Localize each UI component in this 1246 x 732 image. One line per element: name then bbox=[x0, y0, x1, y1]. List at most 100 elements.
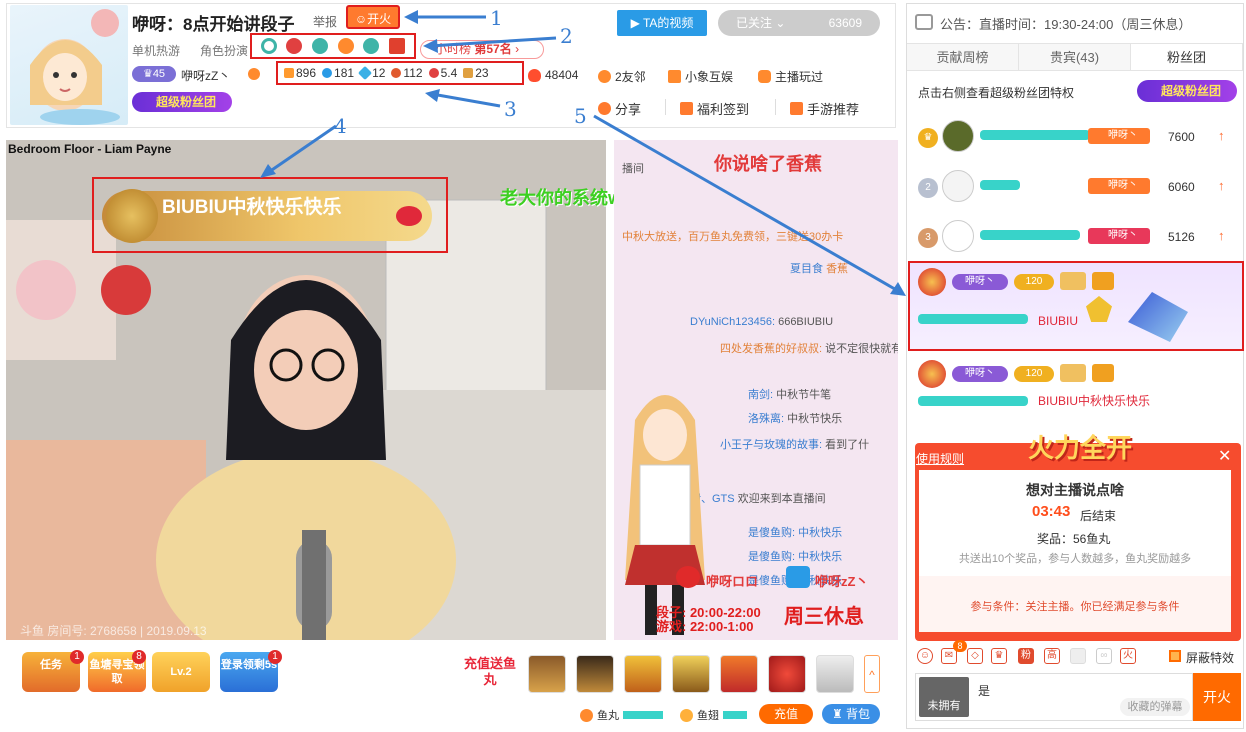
recharge-button[interactable]: 充值 bbox=[759, 704, 813, 724]
annotation-arrows-lower bbox=[260, 114, 906, 296]
announcement: 公告：直播时间：19:30-24:00（周三休息） bbox=[940, 17, 1192, 32]
notice-icon bbox=[915, 14, 933, 30]
gift-7-icon[interactable] bbox=[816, 655, 854, 693]
crown-icon: ♛ bbox=[918, 128, 938, 148]
level-button[interactable]: Lv.2 bbox=[152, 652, 210, 692]
emperor-badge-icon bbox=[918, 360, 946, 388]
gift-5-icon[interactable] bbox=[720, 655, 758, 693]
rank-tabs: 贡献周榜 贵宾(43) 粉丝团 bbox=[907, 43, 1243, 71]
treasure-badge: 8 bbox=[132, 650, 146, 664]
gift-2-icon[interactable] bbox=[576, 655, 614, 693]
task-badge: 1 bbox=[70, 650, 84, 664]
overlay-row: DYuNiCh123456: 666BIUBIU bbox=[690, 316, 834, 328]
gift-1-icon[interactable] bbox=[528, 655, 566, 693]
yuchi-balance: 鱼翅 bbox=[680, 707, 747, 723]
bag-button[interactable]: ♜ 背包 bbox=[822, 704, 880, 724]
rank-row[interactable]: 2 咿呀丶 6060 ↑ bbox=[914, 168, 1240, 208]
level-label: Lv.2 bbox=[170, 666, 192, 678]
chevron-up-icon[interactable]: ^ bbox=[864, 655, 880, 693]
avatar bbox=[942, 120, 974, 152]
disabled-emote-icon[interactable] bbox=[1070, 648, 1086, 664]
favorite-barrage-button[interactable]: 收藏的弹幕 bbox=[1120, 698, 1190, 716]
fan-tag: 咿呀丶 bbox=[952, 274, 1008, 290]
mail-badge: 8 bbox=[953, 640, 967, 652]
fin-icon bbox=[680, 708, 693, 722]
recharge-promo-label: 充值送鱼丸 bbox=[463, 656, 516, 687]
noble-level: 120 bbox=[1014, 366, 1054, 382]
gift-icon bbox=[1060, 364, 1086, 382]
tab-vip[interactable]: 贵宾(43) bbox=[1019, 44, 1131, 70]
annotation-2: 2 bbox=[560, 24, 573, 48]
emperor-badge-icon bbox=[918, 268, 946, 296]
overlay-row: 南剑: 中秋节牛笔 bbox=[748, 389, 832, 401]
hide-effects-label: 屏蔽特效 bbox=[1186, 651, 1235, 665]
barrage-style-button[interactable]: 未拥有 bbox=[919, 677, 969, 717]
arrow-up-icon: ↑ bbox=[1218, 128, 1225, 143]
masked-username bbox=[918, 396, 1028, 406]
yuwan-balance: 鱼丸 bbox=[580, 707, 663, 723]
rank-row[interactable]: 3 咿呀丶 5126 ↑ bbox=[914, 218, 1240, 258]
gift-4-icon[interactable] bbox=[672, 655, 710, 693]
gift-3-icon[interactable] bbox=[624, 655, 662, 693]
fans-club-hint: 点击右侧查看超级粉丝团特权 bbox=[918, 86, 1075, 100]
rank-level: 咿呀丶 bbox=[1088, 128, 1150, 144]
rank-level: 咿呀丶 bbox=[1088, 228, 1150, 244]
send-button[interactable]: 开火 bbox=[1193, 673, 1241, 721]
diamond-icon[interactable]: ◇ bbox=[967, 648, 983, 664]
overlay-row: 四处发香蕉的好叔叔: 说不定很快就有了 bbox=[720, 343, 898, 355]
weibo-handle: 咿呀ロロ bbox=[706, 574, 759, 589]
rank-level: 咿呀丶 bbox=[1088, 178, 1150, 194]
gift-6-icon[interactable] bbox=[768, 655, 806, 693]
fan-tag: 咿呀丶 bbox=[952, 366, 1008, 382]
crown-icon[interactable]: ♛ bbox=[991, 648, 1007, 664]
rank-number: 3 bbox=[918, 228, 938, 248]
high-emote-icon[interactable]: 高 bbox=[1044, 648, 1060, 664]
lottery-prize: 奖品：56鱼丸 bbox=[1037, 532, 1111, 546]
arrow-up-icon: ↑ bbox=[1218, 228, 1225, 243]
overlay-row: 咿、GTS 欢迎来到本直播间 bbox=[690, 493, 826, 505]
hide-effects-checkbox[interactable] bbox=[1169, 650, 1181, 662]
fans-club-badge[interactable]: 超级粉丝团 bbox=[1137, 80, 1237, 102]
room-watermark: 斗鱼 房间号: 2768658 | 2019.09.13 bbox=[20, 624, 207, 638]
arrow-up-icon: ↑ bbox=[1218, 178, 1225, 193]
bilibili-handle: 咿呀zZ丶 bbox=[815, 574, 869, 589]
login-badge: 1 bbox=[268, 650, 282, 664]
overlay-row: 小王子与玫瑰的故事: 看到了什 bbox=[720, 439, 870, 451]
welcome-icon bbox=[1092, 364, 1114, 382]
lottery-rules-link[interactable]: 使用规则 bbox=[916, 450, 964, 467]
schedule-game: 游戏: 22:00-1:00 bbox=[656, 619, 754, 634]
fans-emote-icon[interactable]: 粉 bbox=[1018, 648, 1034, 664]
bag-icon: ♜ bbox=[831, 707, 847, 721]
link-icon[interactable]: ∞ bbox=[1096, 648, 1112, 664]
fishball-icon bbox=[580, 708, 593, 722]
gift-icon bbox=[1060, 272, 1086, 290]
avatar bbox=[942, 220, 974, 252]
fire-emote-icon[interactable]: 火 bbox=[1120, 648, 1136, 664]
rank-name bbox=[980, 130, 1090, 140]
rank-score: 7600 bbox=[1168, 130, 1195, 144]
anime-girl-illustration bbox=[625, 395, 705, 635]
lottery-condition: 参与条件：关注主播。你已经满足参与条件 bbox=[970, 601, 1180, 613]
recharge-promo[interactable]: 充值送鱼丸 bbox=[462, 652, 518, 692]
bilibili-icon bbox=[786, 566, 810, 588]
lottery-countdown-suffix: 后结束 bbox=[1080, 509, 1117, 523]
overlay-row: 是傻鱼购: 中秋快乐 bbox=[748, 527, 843, 539]
lottery-question: 想对主播说点啥 bbox=[1026, 482, 1124, 498]
overlay-row: 洛殊离: 中秋节快乐 bbox=[748, 413, 843, 425]
tab-fans-club[interactable]: 粉丝团 bbox=[1131, 44, 1243, 70]
welcome-icon bbox=[1092, 272, 1114, 290]
close-icon[interactable]: ✕ bbox=[1218, 446, 1231, 466]
weibo-icon bbox=[676, 566, 700, 588]
masked-username bbox=[918, 314, 1028, 324]
rank-name bbox=[980, 180, 1020, 190]
task-label: 任务 bbox=[40, 659, 62, 671]
rank-score: 5126 bbox=[1168, 230, 1195, 244]
rank-score: 6060 bbox=[1168, 180, 1195, 194]
chat-input[interactable] bbox=[978, 680, 1178, 700]
emoji-icon[interactable]: ☺ bbox=[917, 648, 933, 664]
lottery-description: 共送出10个奖品，参与人数越多，鱼丸奖励越多 bbox=[958, 553, 1192, 565]
tab-weekly-contribution[interactable]: 贡献周榜 bbox=[907, 44, 1019, 70]
rank-row[interactable]: ♛ 咿呀丶 7600 ↑ bbox=[914, 118, 1240, 158]
rank-number: 2 bbox=[918, 178, 938, 198]
annotation-1: 1 bbox=[490, 6, 503, 30]
